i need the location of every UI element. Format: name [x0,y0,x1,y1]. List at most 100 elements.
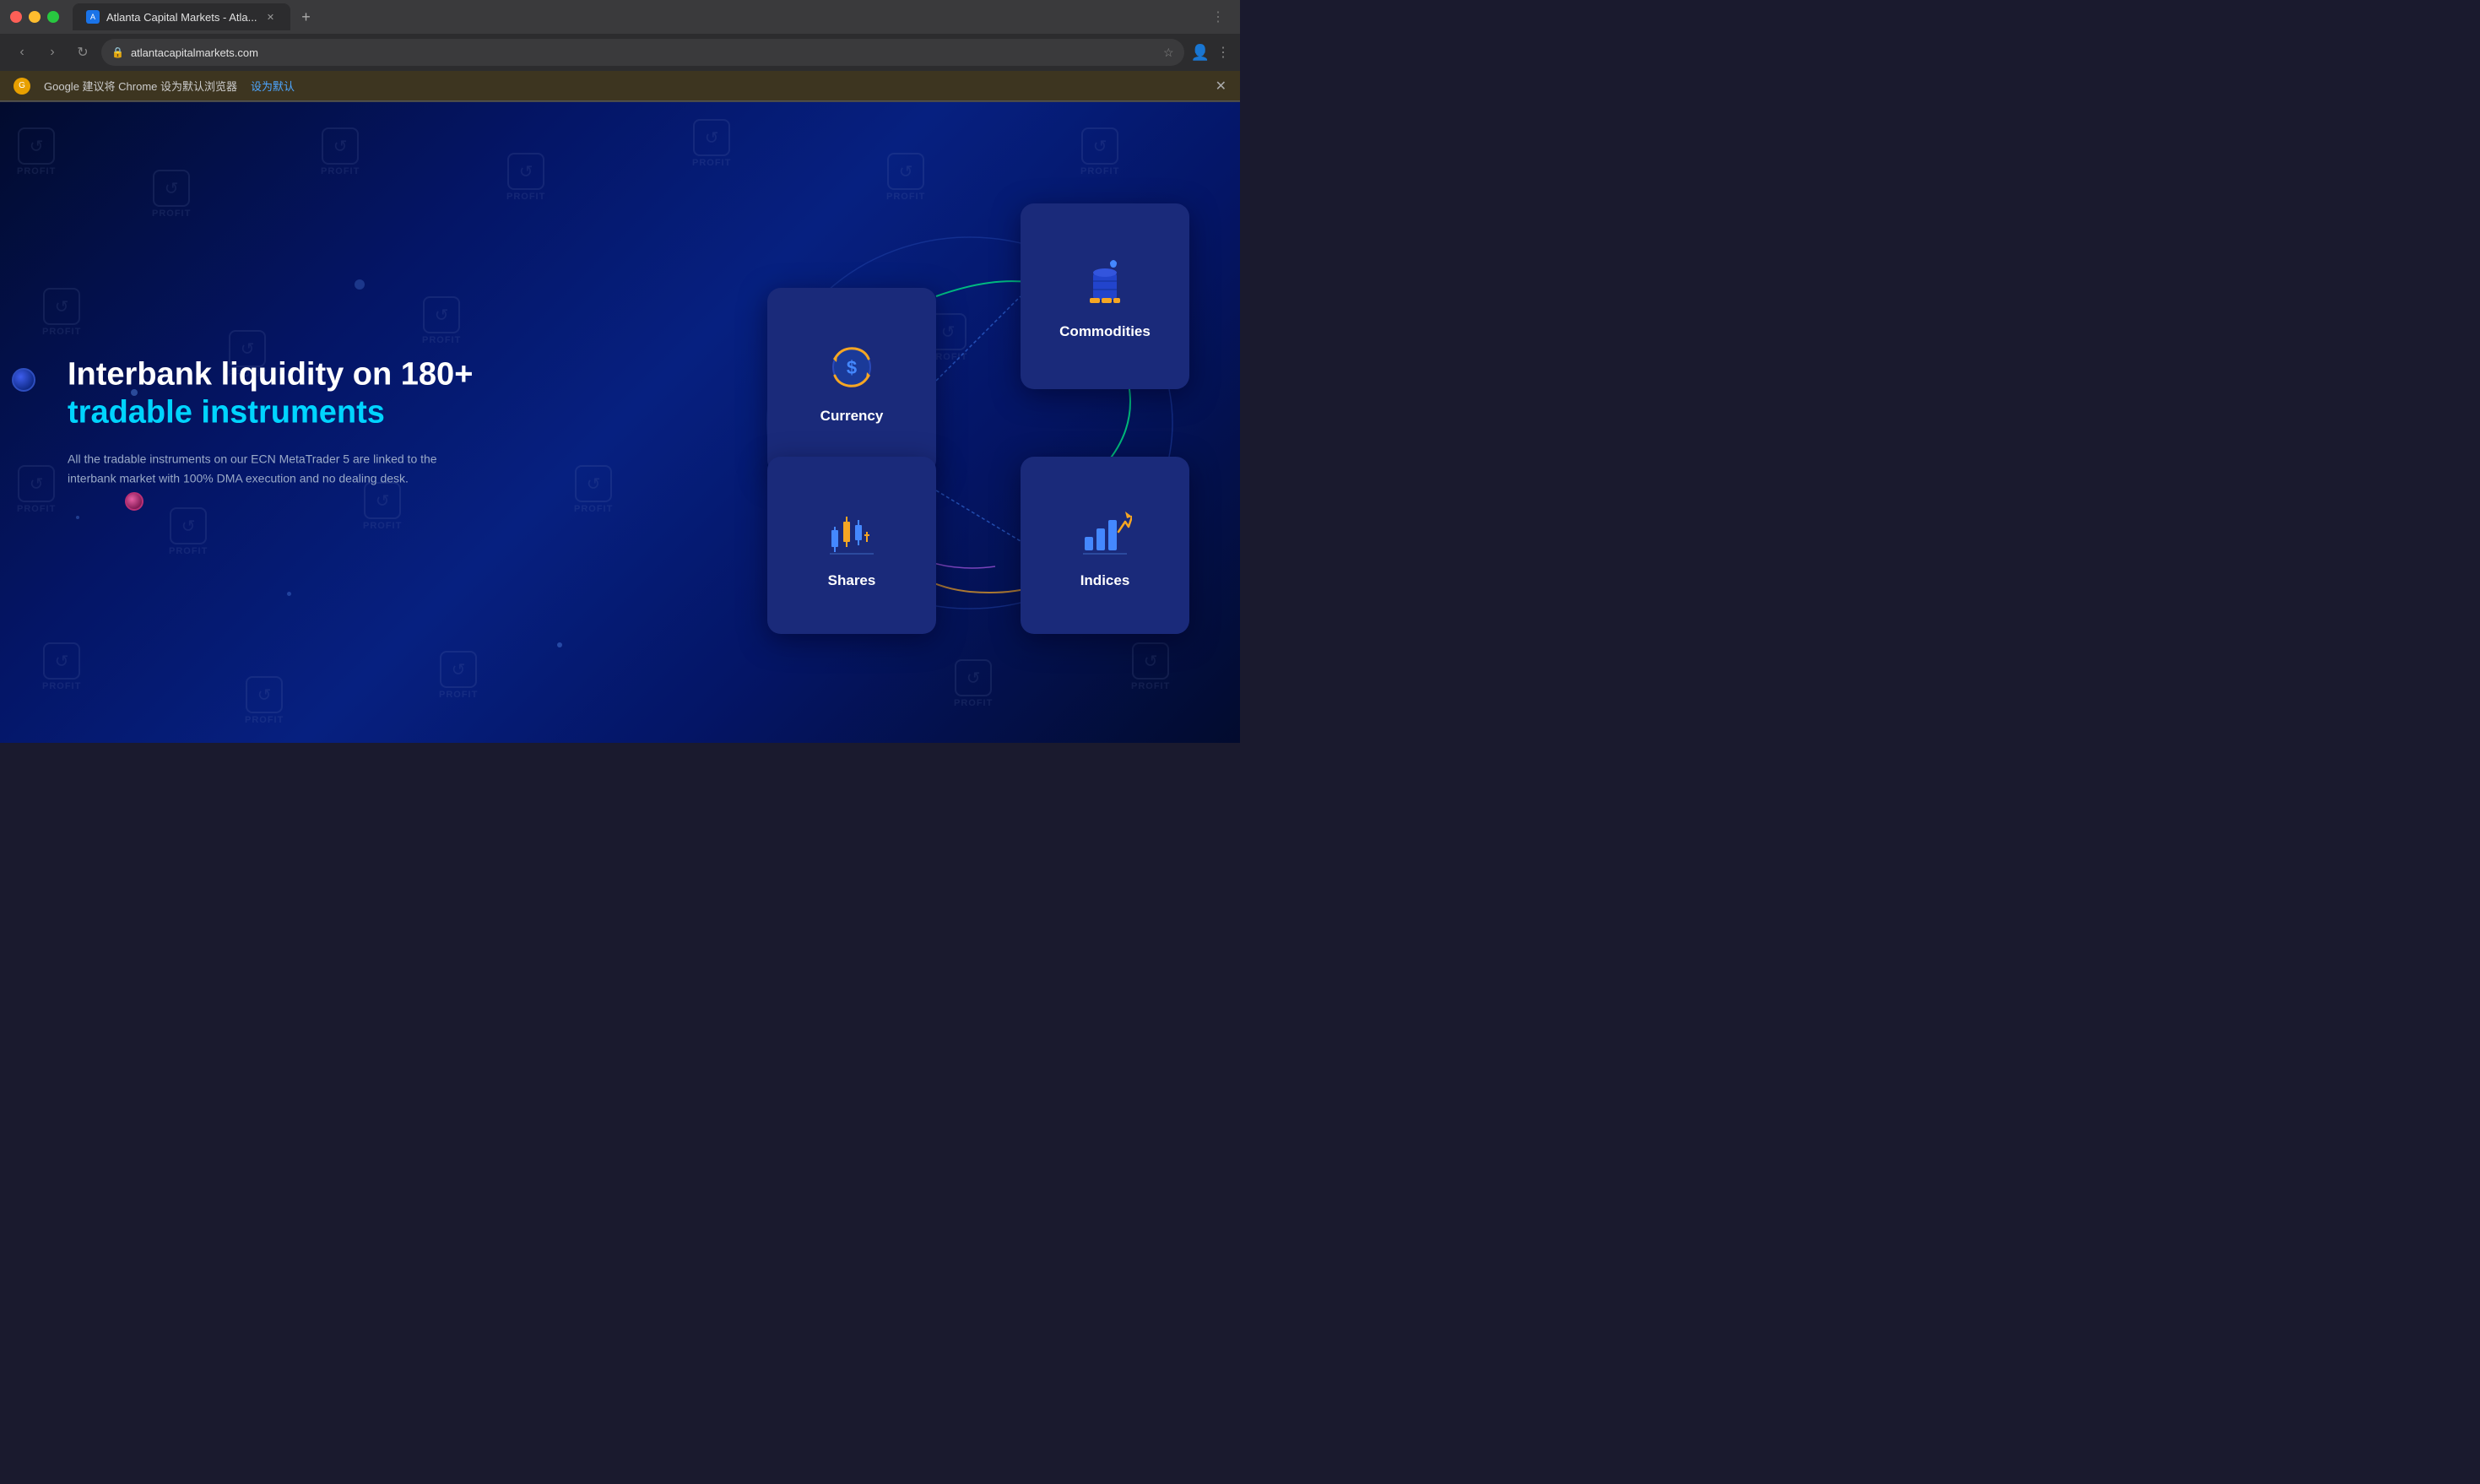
watermark-logo: ↺ [153,170,190,207]
currency-card[interactable]: $ Currency [767,288,936,474]
particle [355,279,365,290]
instruments-section: $ Currency [717,203,1189,642]
info-bar-action-link[interactable]: 设为默认 [251,78,295,94]
address-right-icons: ☆ [1163,46,1174,60]
watermark-logo: ↺ [575,465,612,502]
watermark-item: ↺ PROFIT [169,507,208,556]
indices-icon-container [1075,501,1135,562]
shares-card[interactable]: Shares [767,457,936,634]
watermark-logo: ↺ [1132,642,1169,680]
watermark-text: PROFIT [422,335,461,345]
watermark-text: PROFIT [954,698,993,708]
bookmark-icon[interactable]: ☆ [1163,46,1174,60]
watermark-item: ↺ PROFIT [245,676,284,725]
tab-bar: A Atlanta Capital Markets - Atla... ✕ + [73,3,1199,30]
watermark-item: ↺ PROFIT [42,642,81,691]
watermark-text: PROFIT [574,504,613,514]
info-bar-message: Google 建议将 Chrome 设为默认浏览器 [44,78,237,94]
watermark-item: ↺ PROFIT [439,651,478,700]
extensions-icon[interactable]: ⋮ [1216,44,1230,61]
watermark-item: ↺ PROFIT [954,659,993,708]
active-tab[interactable]: A Atlanta Capital Markets - Atla... ✕ [73,3,290,30]
watermark-item: ↺ PROFIT [574,465,613,514]
new-tab-button[interactable]: + [294,5,317,29]
watermark-text: PROFIT [245,715,284,725]
lock-icon: 🔒 [111,46,124,58]
watermark-text: PROFIT [152,209,191,219]
watermark-logo: ↺ [423,296,460,333]
commodities-icon [1078,256,1132,310]
particle [287,592,291,596]
watermark-text: PROFIT [439,690,478,700]
watermark-text: PROFIT [321,166,360,176]
currency-card-label: Currency [820,408,884,425]
indices-card-label: Indices [1080,572,1130,589]
traffic-lights [10,11,59,23]
watermark-item: ↺ PROFIT [506,153,545,202]
page-content: ↺ PROFIT ↺ PROFIT ↺ PROFIT ↺ PROFIT ↺ PR… [0,102,1240,743]
watermark-logo: ↺ [693,119,730,156]
watermark-item: ↺ PROFIT [152,170,191,219]
watermark-logo: ↺ [440,651,477,688]
particle [557,642,562,647]
info-bar-close-button[interactable]: ✕ [1216,78,1226,95]
watermark-item: ↺ PROFIT [1131,642,1170,691]
watermark-item: ↺ PROFIT [692,119,731,168]
watermark-logo: ↺ [43,288,80,325]
refresh-button[interactable]: ↻ [71,41,95,64]
watermark-text: PROFIT [1080,166,1119,176]
currency-icon-container: $ [821,337,882,398]
watermark-logo: ↺ [246,676,283,713]
globe-orb [12,368,35,392]
watermark-logo: ↺ [955,659,992,696]
info-bar: G Google 建议将 Chrome 设为默认浏览器 设为默认 ✕ [0,71,1240,101]
tab-title: Atlanta Capital Markets - Atla... [106,11,257,24]
watermark-logo: ↺ [887,153,924,190]
shares-icon [825,505,879,559]
headline-line1: Interbank liquidity on 180+ [68,355,473,394]
watermark-logo: ↺ [170,507,207,544]
url-display: atlantacapitalmarkets.com [131,46,258,59]
indices-icon [1078,505,1132,559]
close-window-button[interactable] [10,11,22,23]
watermark-text: PROFIT [17,166,56,176]
watermark-logo: ↺ [43,642,80,680]
watermark-item: ↺ PROFIT [1080,127,1119,176]
page-description: All the tradable instruments on our ECN … [68,449,456,490]
currency-icon: $ [825,340,879,394]
watermark-text: PROFIT [506,192,545,202]
watermark-item: ↺ PROFIT [17,465,56,514]
commodities-card[interactable]: Commodities [1021,203,1189,389]
tab-close-button[interactable]: ✕ [263,10,277,24]
maximize-window-button[interactable] [47,11,59,23]
watermark-logo: ↺ [1081,127,1118,165]
shares-icon-container [821,501,882,562]
watermark-logo: ↺ [18,465,55,502]
commodities-icon-container [1075,252,1135,313]
watermark-logo: ↺ [507,153,544,190]
watermark-text: PROFIT [1131,681,1170,691]
address-bar-row: ‹ › ↻ 🔒 atlantacapitalmarkets.com ☆ 👤 ⋮ [0,34,1240,71]
particle [76,516,79,519]
watermark-logo: ↺ [322,127,359,165]
profile-icon[interactable]: 👤 [1191,44,1210,62]
address-bar[interactable]: 🔒 atlantacapitalmarkets.com ☆ [101,39,1184,66]
browser-chrome: A Atlanta Capital Markets - Atla... ✕ + … [0,0,1240,102]
watermark-item: ↺ PROFIT [886,153,925,202]
headline: Interbank liquidity on 180+ tradable ins… [68,355,473,432]
tab-favicon: A [86,10,100,24]
back-button[interactable]: ‹ [10,41,34,64]
shares-card-label: Shares [828,572,876,589]
browser-menu-button[interactable]: ⋮ [1206,5,1230,29]
watermark-item: ↺ PROFIT [42,288,81,337]
minimize-window-button[interactable] [29,11,41,23]
watermark-text: PROFIT [692,158,731,168]
watermark-item: ↺ PROFIT [321,127,360,176]
headline-line2: tradable instruments [68,394,473,433]
commodities-card-label: Commodities [1059,323,1151,340]
watermark-text: PROFIT [886,192,925,202]
pink-orb [125,492,143,511]
indices-card[interactable]: Indices [1021,457,1189,634]
watermark-item: ↺ PROFIT [17,127,56,176]
forward-button[interactable]: › [41,41,64,64]
